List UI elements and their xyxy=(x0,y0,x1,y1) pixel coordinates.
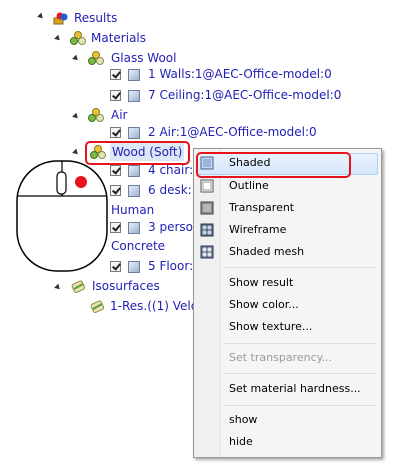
transparent-icon xyxy=(200,201,214,215)
menu-separator xyxy=(224,343,376,344)
ceiling-checkbox[interactable] xyxy=(110,90,121,101)
cube-icon xyxy=(128,185,140,197)
tree-item-isosurfaces[interactable]: Isosurfaces xyxy=(92,277,160,295)
menu-item-hide[interactable]: hide xyxy=(194,431,381,453)
menu-item-set-material-hardness[interactable]: Set material hardness... xyxy=(194,378,381,400)
menu-separator xyxy=(224,373,376,374)
cube-icon xyxy=(128,165,140,177)
cube-icon xyxy=(128,69,140,81)
expand-wood-icon[interactable] xyxy=(72,148,80,157)
tree-item-desk[interactable]: 6 desk: xyxy=(148,181,192,199)
menu-item-transparent[interactable]: Transparent xyxy=(194,197,381,219)
menu-item-show-result[interactable]: Show result xyxy=(194,272,381,294)
floor-checkbox[interactable] xyxy=(110,261,121,272)
tree-item-human[interactable]: Human xyxy=(111,201,154,219)
cube-icon xyxy=(128,222,140,234)
wireframe-icon xyxy=(200,223,214,237)
cube-icon xyxy=(128,127,140,139)
highlight-outline-shaded xyxy=(196,152,351,178)
tree-item-air[interactable]: Air xyxy=(111,106,127,124)
expand-air-icon[interactable] xyxy=(72,112,80,121)
menu-separator xyxy=(224,267,376,268)
menu-item-show-texture[interactable]: Show texture... xyxy=(194,316,381,338)
tree-item-materials[interactable]: Materials xyxy=(91,29,146,47)
menu-separator xyxy=(224,405,376,406)
tree-item-person[interactable]: 3 perso xyxy=(148,218,193,236)
tree-item-air-object[interactable]: 2 Air:1@AEC-Office-model:0 xyxy=(148,123,317,141)
isosurface-icon xyxy=(71,280,86,294)
air-checkbox[interactable] xyxy=(110,127,121,138)
tree-item-results[interactable]: Results xyxy=(74,9,117,27)
expand-results-icon[interactable] xyxy=(37,12,45,21)
tree-item-walls[interactable]: 1 Walls:1@AEC-Office-model:0 xyxy=(148,65,332,83)
tree-item-result-velocity[interactable]: 1-Res.((1) Velo xyxy=(110,297,198,315)
material-spheres-icon xyxy=(88,51,104,65)
tree-item-floor[interactable]: 5 Floor: xyxy=(148,257,193,275)
expand-glass-wool-icon[interactable] xyxy=(72,54,80,63)
cube-icon xyxy=(128,261,140,273)
results-folder-icon xyxy=(53,12,68,25)
outline-icon xyxy=(200,179,214,193)
material-spheres-icon xyxy=(88,108,104,122)
desk-checkbox[interactable] xyxy=(110,185,121,196)
cube-icon xyxy=(128,90,140,102)
shaded-mesh-icon xyxy=(200,245,214,259)
chair-checkbox[interactable] xyxy=(110,165,121,176)
menu-item-wireframe[interactable]: Wireframe xyxy=(194,219,381,241)
walls-checkbox[interactable] xyxy=(110,69,121,80)
material-spheres-icon xyxy=(70,31,86,45)
context-menu: Shaded Outline Transparent Wireframe Sha… xyxy=(193,148,382,458)
mouse-right-click-icon xyxy=(16,160,108,272)
person-checkbox[interactable] xyxy=(110,222,121,233)
isosurface-icon xyxy=(90,300,105,314)
tree-item-chair[interactable]: 4 chair: xyxy=(148,161,193,179)
tree-item-concrete[interactable]: Concrete xyxy=(111,237,165,255)
menu-item-shaded-mesh[interactable]: Shaded mesh xyxy=(194,241,381,263)
menu-item-show[interactable]: show xyxy=(194,409,381,431)
menu-item-set-transparency: Set transparency... xyxy=(229,351,333,364)
expand-materials-icon[interactable] xyxy=(54,34,62,43)
menu-item-outline[interactable]: Outline xyxy=(194,175,381,197)
tree-item-ceiling[interactable]: 7 Ceiling:1@AEC-Office-model:0 xyxy=(148,86,341,104)
menu-item-show-color[interactable]: Show color... xyxy=(194,294,381,316)
expand-isosurfaces-icon[interactable] xyxy=(54,283,62,292)
